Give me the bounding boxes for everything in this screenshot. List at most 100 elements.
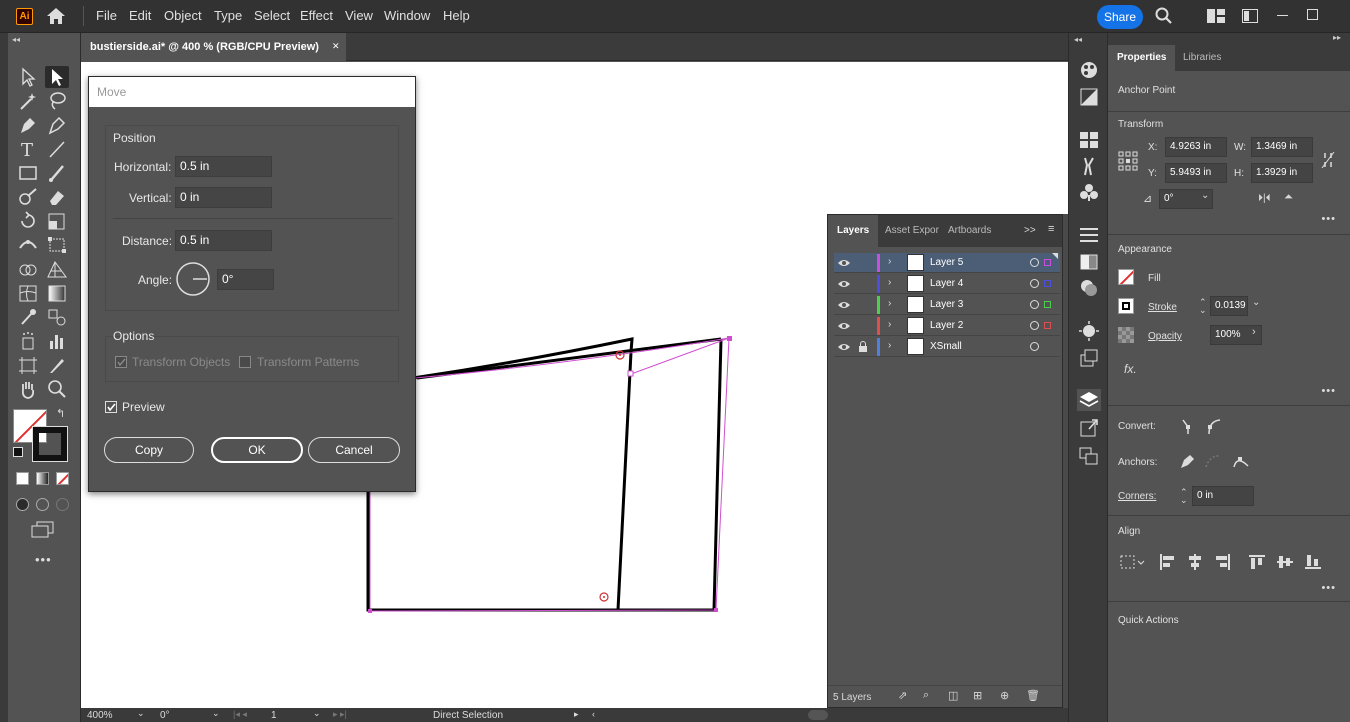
rectangle-tool-icon[interactable] — [16, 162, 40, 184]
magic-wand-icon[interactable] — [16, 90, 40, 112]
visibility-eye-icon[interactable] — [837, 320, 851, 332]
slice-tool-icon[interactable] — [45, 354, 69, 376]
cancel-button[interactable]: Cancel — [308, 437, 400, 463]
visibility-eye-icon[interactable] — [837, 341, 851, 353]
gradient-panel-icon[interactable] — [1077, 251, 1101, 273]
export-icon[interactable] — [1077, 417, 1101, 439]
draw-normal-icon[interactable] — [16, 498, 29, 511]
status-arrow-icon[interactable]: ▸ — [574, 709, 579, 720]
menu-effect[interactable]: Effect — [300, 8, 333, 23]
free-transform-icon[interactable] — [45, 234, 69, 256]
layer-row[interactable]: › Layer 2 — [834, 316, 1060, 336]
panel-overflow-icon[interactable]: >> — [1024, 225, 1036, 236]
w-field[interactable]: 1.3469 in — [1251, 137, 1313, 157]
column-graph-icon[interactable] — [45, 330, 69, 352]
horizontal-field[interactable]: 0.5 in — [175, 156, 272, 177]
menu-help[interactable]: Help — [443, 8, 470, 23]
menu-select[interactable]: Select — [254, 8, 290, 23]
artboard-tool-icon[interactable] — [16, 354, 40, 376]
home-icon[interactable] — [46, 7, 66, 25]
pen-tool-icon[interactable] — [16, 114, 40, 136]
align-hcenter-icon[interactable] — [1186, 553, 1204, 571]
trash-icon[interactable]: 🗑 — [1026, 689, 1040, 702]
new-layer-icon[interactable]: ⊕ — [1000, 689, 1009, 702]
stroke-dropdown-icon[interactable]: ⌄ — [1252, 297, 1260, 308]
graphic-styles-icon[interactable] — [1077, 347, 1101, 369]
layer-name[interactable]: Layer 3 — [930, 299, 963, 310]
remove-anchor-icon[interactable] — [1178, 452, 1196, 470]
layer-row[interactable]: › Layer 3 — [834, 295, 1060, 315]
rotate-tool-icon[interactable] — [16, 210, 40, 232]
hand-tool-icon[interactable] — [16, 378, 40, 400]
selection-tool-icon[interactable] — [16, 66, 40, 88]
type-tool-icon[interactable]: T — [16, 138, 40, 160]
opacity-arrow-icon[interactable]: › — [1252, 326, 1256, 338]
swatches-icon[interactable] — [1077, 129, 1101, 151]
artboard-dropdown-icon[interactable]: ⌄ — [313, 708, 321, 719]
expand-chevron-icon[interactable]: › — [888, 298, 891, 309]
mesh-tool-icon[interactable] — [16, 282, 40, 304]
first-artboard-icon[interactable]: |◂ ◂ — [233, 709, 247, 720]
search-icon[interactable] — [1155, 7, 1173, 25]
paintbrush-tool-icon[interactable] — [45, 162, 69, 184]
arrange-documents-icon[interactable] — [1207, 9, 1225, 23]
workspace-icon[interactable] — [1242, 9, 1258, 23]
close-icon[interactable]: ✕ — [332, 41, 340, 52]
layer-name[interactable]: XSmall — [930, 341, 962, 352]
tab-properties[interactable]: Properties — [1108, 45, 1176, 71]
curvature-tool-icon[interactable] — [45, 114, 69, 136]
collapse-icon[interactable]: ◂◂ — [12, 35, 20, 44]
target-circle-icon[interactable] — [1030, 258, 1039, 267]
cut-path-icon[interactable] — [1204, 452, 1222, 470]
gradient-mode-icon[interactable] — [36, 472, 49, 485]
connect-anchors-icon[interactable] — [1232, 452, 1250, 470]
color-mode-icon[interactable] — [16, 472, 29, 485]
constrain-proportions-icon[interactable] — [1321, 151, 1335, 169]
minimize-icon[interactable] — [1277, 15, 1288, 16]
shaper-tool-icon[interactable] — [16, 186, 40, 208]
layer-row[interactable]: › XSmall — [834, 337, 1060, 357]
menu-file[interactable]: File — [96, 8, 117, 23]
document-tab[interactable]: bustierside.ai* @ 400 % (RGB/CPU Preview… — [81, 33, 346, 61]
transform-patterns-checkbox[interactable] — [239, 356, 251, 368]
expand-panels-icon[interactable]: ◂◂ — [1074, 35, 1082, 44]
tab-artboards[interactable]: Artboards — [939, 215, 1000, 247]
draw-inside-icon[interactable] — [56, 498, 69, 511]
stroke-stepper-icon[interactable]: ⌃ ⌄ — [1199, 298, 1207, 315]
menu-object[interactable]: Object — [164, 8, 202, 23]
collapse-panel-icon[interactable]: ▸▸ — [1333, 33, 1341, 42]
shape-builder-icon[interactable] — [16, 258, 40, 280]
visibility-eye-icon[interactable] — [837, 278, 851, 290]
target-circle-icon[interactable] — [1030, 300, 1039, 309]
convert-smooth-icon[interactable] — [1206, 417, 1222, 435]
align-left-icon[interactable] — [1158, 553, 1176, 571]
flip-vertical-icon[interactable]: ⏶ — [1284, 191, 1293, 204]
swap-fill-stroke-icon[interactable]: ↰ — [56, 407, 65, 420]
h-field[interactable]: 1.3929 in — [1251, 163, 1313, 183]
stroke-color-swatch[interactable] — [1118, 298, 1134, 314]
layer-row[interactable]: › Layer 4 — [834, 274, 1060, 294]
corners-stepper-icon[interactable]: ⌃ ⌄ — [1180, 488, 1188, 505]
transform-objects-checkbox[interactable] — [115, 356, 127, 368]
export-selection-icon[interactable]: ⇗ — [898, 689, 907, 702]
layer-name[interactable]: Layer 2 — [930, 320, 963, 331]
clipping-mask-icon[interactable]: ◫ — [948, 689, 958, 702]
copy-button[interactable]: Copy — [104, 437, 194, 463]
rotation-value[interactable]: 0° — [160, 710, 170, 721]
selection-square-icon[interactable] — [1044, 301, 1051, 308]
zoom-dropdown-icon[interactable]: ⌄ — [137, 708, 145, 719]
symbol-sprayer-icon[interactable] — [16, 330, 40, 352]
menu-type[interactable]: Type — [214, 8, 242, 23]
transparency-icon[interactable] — [1077, 277, 1101, 299]
preview-checkbox[interactable] — [105, 401, 117, 413]
selection-square-icon[interactable] — [1044, 280, 1051, 287]
layer-name[interactable]: Layer 4 — [930, 278, 963, 289]
lock-icon[interactable] — [858, 340, 868, 353]
expand-chevron-icon[interactable]: › — [888, 277, 891, 288]
direct-selection-tool-icon[interactable] — [45, 66, 69, 88]
selection-square-icon[interactable] — [1044, 322, 1051, 329]
lasso-icon[interactable] — [45, 90, 69, 112]
eraser-tool-icon[interactable] — [45, 186, 69, 208]
screen-mode-icon[interactable] — [31, 521, 55, 539]
new-sublayer-icon[interactable]: ⊞ — [973, 689, 982, 702]
